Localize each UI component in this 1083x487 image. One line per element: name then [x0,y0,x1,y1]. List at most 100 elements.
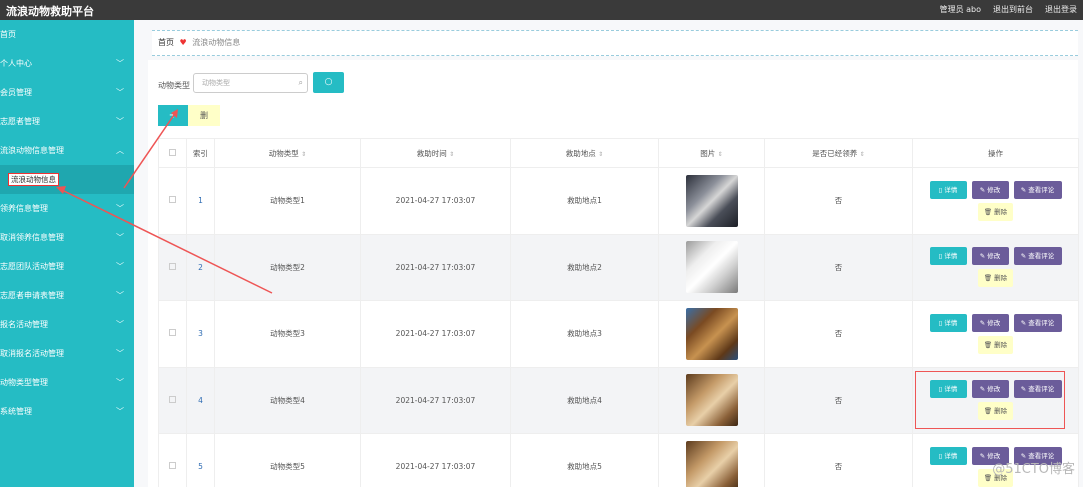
edit-button[interactable]: ✎ 修改 [971,313,1009,332]
cell-index: 4 [186,366,215,434]
sidebar-item[interactable]: 领养信息管理 ﹀ [0,194,134,223]
sidebar-item[interactable]: 个人中心 ﹀ [0,49,134,78]
sidebar-item-label: 志愿者申请表管理 [0,291,64,300]
sidebar-item[interactable]: 流浪动物信息管理 ︿ [0,136,134,165]
view-comments-button[interactable]: ✎ 查看评论 [1013,180,1062,199]
cell-time: 2021-04-27 17:03:07 [360,233,511,301]
chevron-down-icon: ﹀ [116,262,124,271]
search-icon: ⌕ [298,78,303,87]
header-type[interactable]: 动物类型 ⇕ [214,138,361,168]
delete-button[interactable]: 🗑 删除 [978,335,1013,354]
sidebar-item-label: 系统管理 [0,407,32,416]
edit-button[interactable]: ✎ 修改 [971,380,1009,399]
cell-actions: ▯ 详情 ✎ 修改 ✎ 查看评论 🗑 删除 [912,366,1079,434]
cell-image [658,167,765,235]
back-to-frontend-link[interactable]: 退出到前台 [993,4,1033,15]
sidebar-item[interactable]: 首页 [0,20,134,49]
search-input[interactable]: 动物类型 ⌕ [193,73,308,93]
chevron-down-icon: ﹀ [116,204,124,213]
cell-actions: ▯ 详情 ✎ 修改 ✎ 查看评论 🗑 删除 [912,233,1079,301]
sidebar-item[interactable]: 会员管理 ﹀ [0,78,134,107]
table-row[interactable]: 3 动物类型3 2021-04-27 17:03:07 救助地点3 否 ▯ 详情 ✎ 修改 ✎… [158,300,1079,368]
sidebar-item-label: 志愿团队活动管理 [0,262,64,271]
sidebar-item[interactable]: 报名活动管理 ﹀ [0,310,134,339]
sidebar-item[interactable]: 动物类型管理 ﹀ [0,368,134,397]
table-row[interactable]: 1 动物类型1 2021-04-27 17:03:07 救助地点1 否 ▯ 详情 ✎ 修改 ✎… [158,167,1079,235]
row-checkbox[interactable] [158,300,187,368]
cell-time: 2021-04-27 17:03:07 [360,167,511,235]
edit-button[interactable]: ✎ 修改 [971,180,1009,199]
chevron-up-icon: ︿ [116,146,124,155]
sidebar-item[interactable]: 志愿团队活动管理 ﹀ [0,252,134,281]
search-button[interactable]: ○ [313,72,344,93]
row-checkbox[interactable] [158,233,187,301]
cell-adopted: 否 [764,233,913,301]
sidebar-item[interactable]: 志愿者管理 ﹀ [0,107,134,136]
heart-icon: ♥ [179,38,187,47]
table-row[interactable]: 5 动物类型5 2021-04-27 17:03:07 救助地点5 否 ▯ 详情 ✎ 修改 ✎… [158,433,1079,487]
detail-button[interactable]: ▯ 详情 [929,380,967,399]
main-area: 首页 ♥ 流浪动物信息 动物类型 动物类型 ⌕ ○ + 删 索引 动物类型 ⇕ … [134,20,1083,487]
batch-delete-button[interactable]: 删 [188,105,220,126]
header-place[interactable]: 救助地点 ⇕ [510,138,659,168]
sidebar-item-label: 流浪动物信息 [8,173,59,186]
sidebar-item[interactable]: 系统管理 ﹀ [0,397,134,426]
breadcrumb-current: 流浪动物信息 [192,38,241,47]
cell-place: 救助地点3 [510,300,659,368]
detail-button[interactable]: ▯ 详情 [929,446,967,465]
cell-image [658,233,765,301]
cell-adopted: 否 [764,366,913,434]
animal-photo[interactable] [685,440,738,487]
cell-type: 动物类型3 [214,300,361,368]
cell-image [658,433,765,487]
delete-button[interactable]: 🗑 删除 [978,202,1013,221]
logout-link[interactable]: 退出登录 [1045,4,1077,15]
sidebar-item[interactable]: 志愿者申请表管理 ﹀ [0,281,134,310]
header-time[interactable]: 救助时间 ⇕ [360,138,511,168]
animal-photo[interactable] [685,241,738,294]
view-comments-button[interactable]: ✎ 查看评论 [1013,247,1062,266]
sort-icon: ⇕ [449,150,455,158]
cell-actions: ▯ 详情 ✎ 修改 ✎ 查看评论 🗑 删除 [912,300,1079,368]
view-comments-button[interactable]: ✎ 查看评论 [1013,313,1062,332]
animal-photo[interactable] [685,174,738,227]
cell-index: 1 [186,167,215,235]
sidebar-item-label: 流浪动物信息管理 [0,146,64,155]
sidebar-item[interactable]: 取消领养信息管理 ﹀ [0,223,134,252]
chevron-down-icon: ﹀ [116,59,124,68]
animal-photo[interactable] [685,307,738,360]
animal-photo[interactable] [685,374,738,427]
delete-button[interactable]: 🗑 删除 [978,402,1013,421]
chevron-down-icon: ﹀ [116,291,124,300]
row-checkbox[interactable] [158,433,187,487]
delete-button[interactable]: 🗑 删除 [978,269,1013,288]
row-checkbox[interactable] [158,366,187,434]
header-adopted[interactable]: 是否已经领养 ⇕ [764,138,913,168]
add-button[interactable]: + [158,105,188,126]
sidebar-item[interactable]: 流浪动物信息 [0,165,134,194]
cell-index: 5 [186,433,215,487]
detail-button[interactable]: ▯ 详情 [929,313,967,332]
detail-button[interactable]: ▯ 详情 [929,247,967,266]
row-checkbox[interactable] [158,167,187,235]
admin-label: 管理员 abo [939,5,981,14]
cell-image [658,300,765,368]
view-comments-button[interactable]: ✎ 查看评论 [1013,380,1062,399]
table-row[interactable]: 4 动物类型4 2021-04-27 17:03:07 救助地点4 否 ▯ 详情 ✎ 修改 ✎… [158,366,1079,434]
table-header-row: 索引 动物类型 ⇕ 救助时间 ⇕ 救助地点 ⇕ 图片 ⇕ 是否已经领养 ⇕ 操作 [158,138,1079,168]
header-image[interactable]: 图片 ⇕ [658,138,765,168]
top-right-links: 管理员 abo 退出到前台 退出登录 [940,4,1077,15]
breadcrumb-home[interactable]: 首页 [158,38,174,47]
cell-place: 救助地点4 [510,366,659,434]
chevron-down-icon: ﹀ [116,233,124,242]
sidebar-item-label: 会员管理 [0,88,32,97]
select-all-checkbox[interactable] [158,138,187,168]
cell-index: 2 [186,233,215,301]
cell-index: 3 [186,300,215,368]
search-placeholder: 动物类型 [202,79,230,87]
detail-button[interactable]: ▯ 详情 [929,180,967,199]
sidebar-item-label: 取消报名活动管理 [0,349,64,358]
edit-button[interactable]: ✎ 修改 [971,247,1009,266]
sidebar-item[interactable]: 取消报名活动管理 ﹀ [0,339,134,368]
table-row[interactable]: 2 动物类型2 2021-04-27 17:03:07 救助地点2 否 ▯ 详情 ✎ 修改 ✎… [158,233,1079,301]
